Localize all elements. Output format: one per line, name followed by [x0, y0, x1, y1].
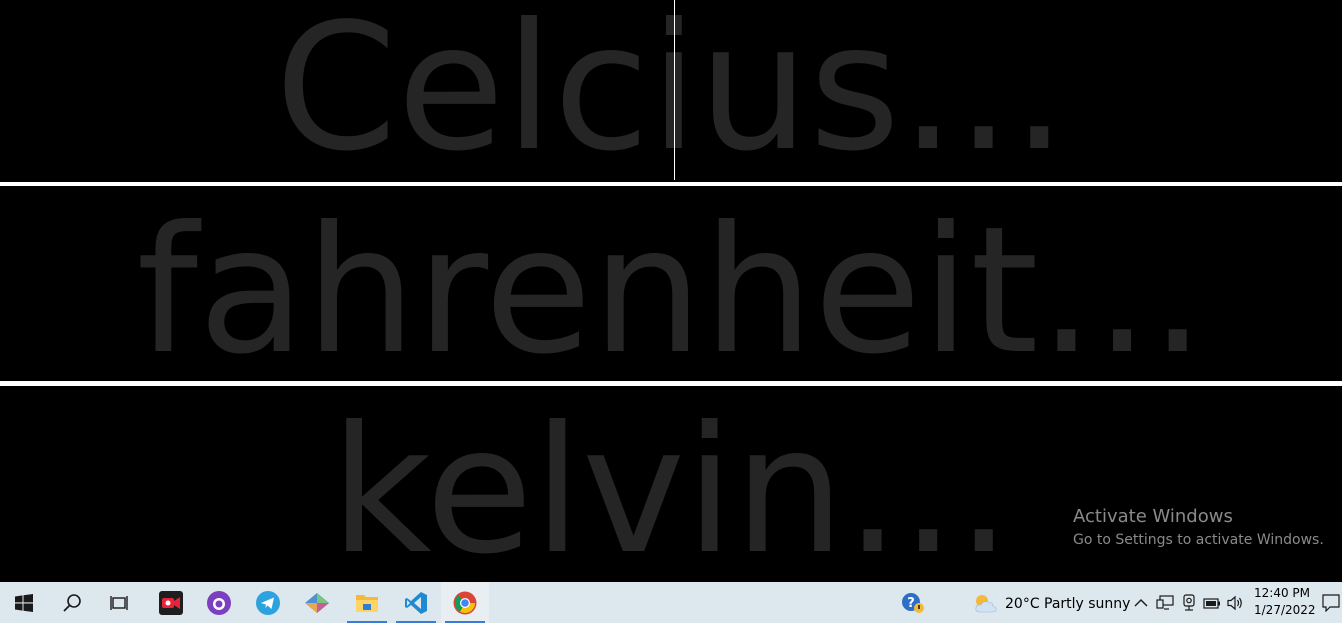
help-tray-button[interactable]: ?	[890, 582, 936, 623]
task-view-icon	[110, 595, 128, 610]
webcam-icon	[1183, 593, 1195, 611]
celsius-field-container	[0, 0, 1342, 182]
text-caret	[674, 0, 675, 180]
taskbar-clock[interactable]: 12:40 PM 1/27/2022	[1254, 585, 1316, 619]
network-icon	[1156, 594, 1174, 610]
start-icon	[15, 593, 33, 612]
search-button[interactable]	[48, 582, 96, 623]
clock-date: 1/27/2022	[1254, 603, 1316, 617]
start-button[interactable]	[0, 582, 48, 623]
kelvin-input[interactable]	[0, 386, 1342, 582]
celsius-input[interactable]	[0, 0, 1342, 182]
meet-now-tray-button[interactable]	[1178, 582, 1200, 623]
activate-windows-watermark: Activate Windows Go to Settings to activ…	[1073, 506, 1324, 552]
vscode-icon	[405, 591, 427, 614]
svg-text:?: ?	[907, 596, 915, 611]
battery-icon	[1203, 597, 1220, 609]
github-desktop-button[interactable]	[195, 582, 243, 623]
fahrenheit-input[interactable]	[0, 186, 1342, 381]
battery-tray-button[interactable]	[1201, 582, 1223, 623]
kelvin-field-container	[0, 386, 1342, 582]
telegram-button[interactable]	[244, 582, 292, 623]
volume-tray-button[interactable]	[1225, 582, 1247, 623]
network-tray-button[interactable]	[1154, 582, 1176, 623]
chrome-icon	[453, 591, 477, 614]
file-explorer-button[interactable]	[343, 582, 391, 623]
clock-time: 12:40 PM	[1254, 586, 1310, 600]
speaker-icon	[1227, 595, 1242, 610]
partly-sunny-icon	[975, 594, 997, 612]
sourcetree-icon	[305, 592, 329, 613]
screen-recorder-button[interactable]	[147, 582, 195, 623]
help-icon: ?	[902, 592, 924, 613]
show-hidden-icons-button[interactable]	[1130, 582, 1152, 623]
weather-condition: Partly sunny	[1044, 596, 1131, 612]
watermark-subtitle: Go to Settings to activate Windows.	[1073, 532, 1324, 548]
screen-recorder-icon	[159, 590, 183, 615]
file-explorer-icon	[356, 594, 378, 612]
vscode-button[interactable]	[392, 582, 440, 623]
search-icon	[63, 593, 81, 612]
chrome-button[interactable]	[441, 582, 489, 623]
telegram-icon	[256, 590, 280, 615]
fahrenheit-field-container	[0, 186, 1342, 381]
taskbar: ? 20°C Partly sunny	[0, 582, 1342, 623]
task-view-button[interactable]	[96, 582, 144, 623]
notification-icon	[1322, 593, 1340, 612]
action-center-button[interactable]	[1320, 582, 1342, 623]
weather-widget[interactable]	[970, 582, 1000, 623]
watermark-title: Activate Windows	[1073, 506, 1233, 527]
github-desktop-icon	[207, 590, 231, 615]
weather-temperature: 20°C	[1005, 596, 1040, 612]
sourcetree-button[interactable]	[293, 582, 341, 623]
chevron-up-icon	[1134, 598, 1148, 606]
